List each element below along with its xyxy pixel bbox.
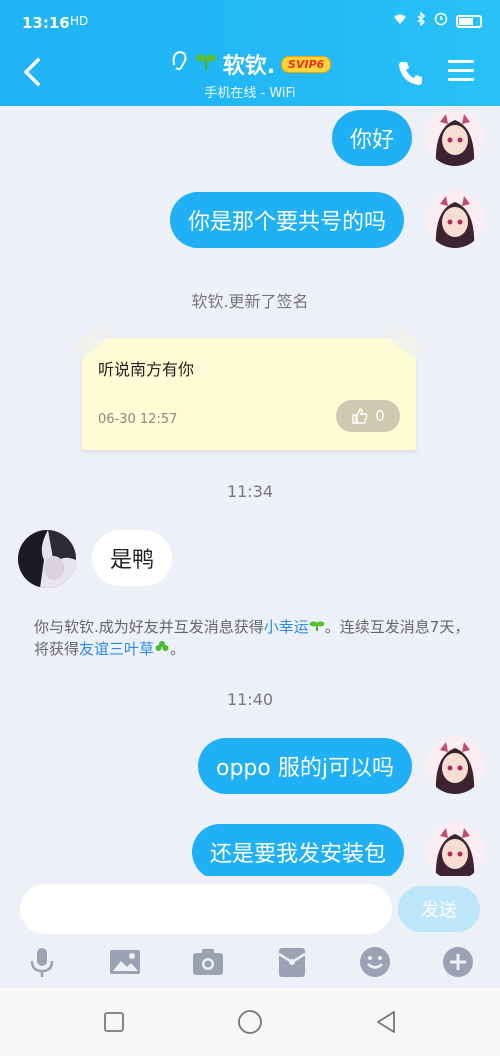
more-button[interactable]	[440, 944, 476, 980]
voice-button[interactable]	[24, 944, 60, 980]
svip-badge: SVIP6	[281, 55, 332, 73]
home-button[interactable]	[236, 1008, 264, 1036]
lucky-link[interactable]: 小幸运	[264, 618, 309, 636]
tape-decoration	[385, 323, 427, 361]
system-nav-bar	[0, 988, 500, 1056]
square-nav-icon	[104, 1012, 124, 1032]
wifi-icon	[392, 13, 408, 29]
call-button[interactable]	[396, 58, 426, 88]
recent-apps-button[interactable]	[100, 1008, 128, 1036]
avatar[interactable]	[426, 736, 484, 794]
notice-text: 你与软钦.成为好友并互发消息获得	[34, 618, 264, 636]
plus-icon	[443, 947, 473, 977]
circle-nav-icon	[238, 1010, 262, 1034]
avatar[interactable]	[426, 190, 484, 248]
back-nav-button[interactable]	[372, 1008, 400, 1036]
image-icon	[110, 950, 140, 974]
bluetooth-icon	[416, 11, 426, 30]
message-bubble-self[interactable]: oppo 服的j可以吗	[198, 738, 412, 794]
menu-button[interactable]	[448, 60, 474, 84]
alarm-icon	[434, 12, 448, 30]
like-count: 0	[375, 407, 385, 425]
clover-link[interactable]: 友谊三叶草	[79, 640, 154, 658]
red-packet-icon	[278, 948, 306, 977]
chat-header: 13:16 HD 软钦. SVIP6 手机在线 - WiFi	[0, 0, 500, 106]
camera-icon	[193, 949, 223, 975]
menu-icon	[448, 60, 474, 63]
emoji-button[interactable]	[357, 944, 393, 980]
sprout-icon	[309, 618, 325, 636]
status-time: 13:16	[22, 14, 70, 32]
phone-icon	[399, 62, 422, 85]
mic-icon	[30, 948, 54, 977]
timestamp: 11:34	[226, 482, 274, 501]
red-packet-button[interactable]	[274, 944, 310, 980]
thumbs-up-icon	[352, 408, 368, 424]
contact-avatar[interactable]	[18, 530, 76, 588]
signature-card[interactable]: 听说南方有你 06-30 12:57 0	[69, 323, 427, 450]
send-button[interactable]: 发送	[398, 886, 480, 932]
clover-icon	[154, 640, 170, 658]
message-list[interactable]: 你好 你是那个要共号的吗 软钦.更新了签名 听说南方有你 06-30 12:57…	[0, 106, 500, 876]
emoji-icon	[360, 947, 390, 977]
toolbar	[0, 938, 500, 988]
status-icons	[392, 11, 482, 30]
ear-icon	[169, 49, 189, 79]
timestamp: 11:40	[226, 690, 274, 709]
sprout-icon	[195, 50, 217, 78]
friendship-notice: 你与软钦.成为好友并互发消息获得小幸运 。连续互发消息7天，将获得友谊三叶草。	[34, 616, 474, 660]
contact-name: 软钦.	[222, 54, 276, 79]
signature-date: 06-30 12:57	[98, 412, 178, 427]
battery-icon	[456, 14, 482, 28]
like-button[interactable]: 0	[336, 400, 400, 432]
status-bar: 13:16 HD	[0, 0, 500, 40]
message-bubble-self[interactable]: 你好	[332, 110, 413, 166]
signature-update-notice: 软钦.更新了签名	[191, 292, 309, 311]
message-bubble-self[interactable]: 还是要我发安装包	[192, 824, 405, 876]
notice-text: 。	[170, 640, 186, 658]
message-bubble-self[interactable]: 你是那个要共号的吗	[170, 192, 405, 248]
message-input[interactable]	[20, 884, 392, 934]
avatar[interactable]	[426, 822, 484, 876]
triangle-nav-icon	[377, 1011, 395, 1033]
camera-button[interactable]	[190, 944, 226, 980]
message-bubble-contact[interactable]: 是鸭	[92, 530, 173, 586]
image-button[interactable]	[107, 944, 143, 980]
signature-text: 听说南方有你	[98, 360, 195, 379]
network-indicator: HD	[70, 14, 89, 28]
avatar[interactable]	[426, 108, 484, 166]
composer: 发送	[0, 876, 500, 938]
